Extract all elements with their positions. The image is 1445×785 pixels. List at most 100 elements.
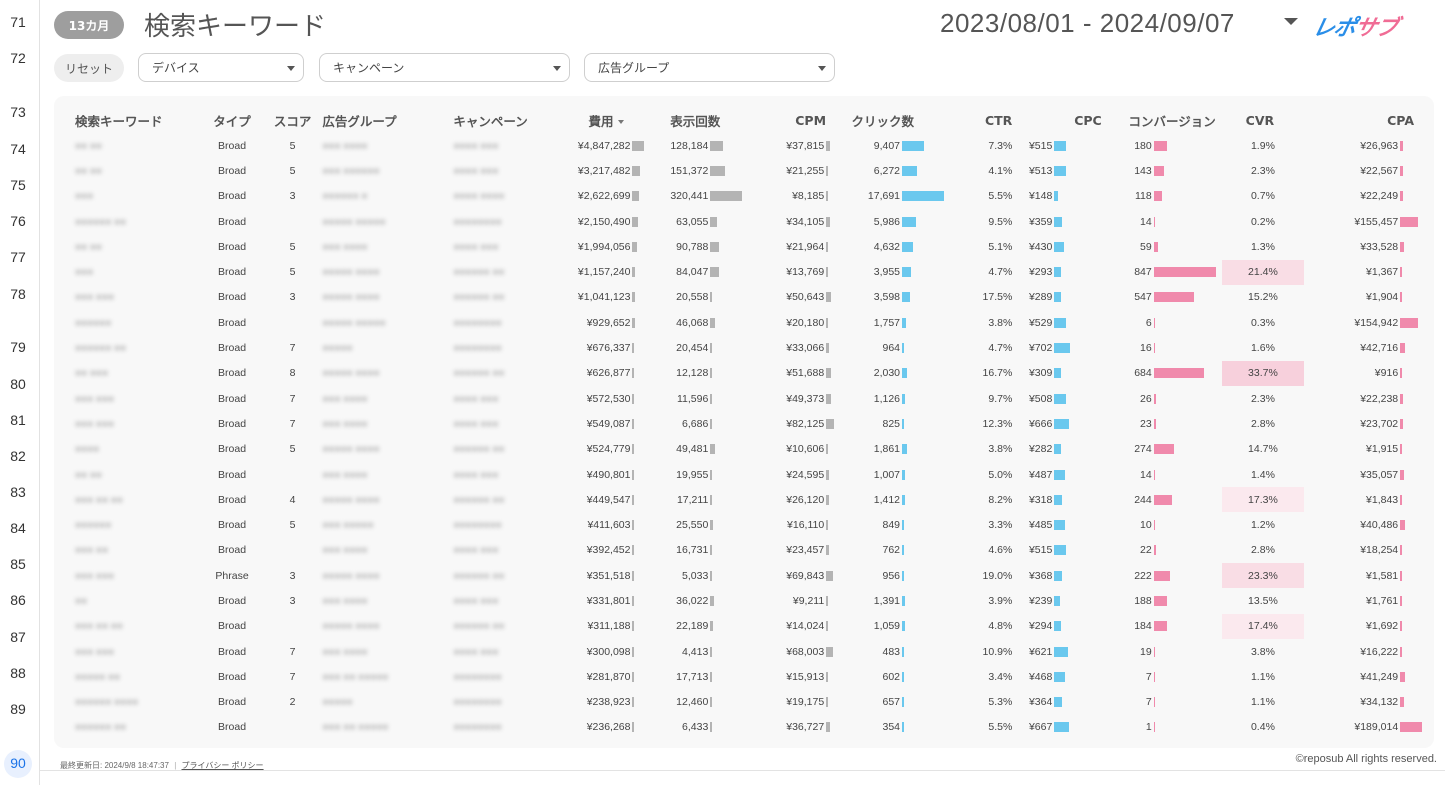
table-row[interactable]: ■■■■■ ■■ Broad 7 ■■■ ■■ ■■■■■ ■■■■■■■■ ¥281,8… bbox=[54, 664, 1434, 690]
reset-button[interactable]: リセット bbox=[54, 54, 124, 82]
row-number[interactable]: 89 bbox=[0, 701, 36, 717]
col-header-cpm[interactable]: CPM bbox=[746, 107, 844, 133]
row-number[interactable]: 72 bbox=[0, 50, 36, 66]
row-number[interactable]: 90 bbox=[0, 755, 36, 771]
row-number[interactable]: 71 bbox=[0, 14, 36, 30]
row-number[interactable]: 81 bbox=[0, 412, 36, 428]
col-header-ctr[interactable]: CTR bbox=[944, 107, 1018, 133]
table-row[interactable]: ■■■ Broad 3 ■■■■■■ ■ ■■■■ ■■■■ ¥2,622,699 320,… bbox=[54, 183, 1434, 209]
cvr-value: 1.4% bbox=[1250, 468, 1275, 481]
cpm-bar bbox=[826, 140, 830, 151]
cpm-value: ¥13,769 bbox=[786, 266, 825, 279]
col-header-clicks[interactable]: クリック数 bbox=[844, 107, 944, 133]
impressions-cell: 12,460 bbox=[654, 690, 746, 715]
table-row[interactable]: ■■■■■■ Broad 5 ■■■ ■■■■■ ■■■■■■■■ ¥411,603 25,… bbox=[54, 512, 1434, 538]
ctr-cell: 12.3% bbox=[944, 411, 1018, 436]
ctr-value: 9.7% bbox=[988, 392, 1013, 405]
date-dropdown-caret-icon[interactable] bbox=[1284, 18, 1298, 25]
row-number[interactable]: 84 bbox=[0, 520, 36, 536]
row-number[interactable]: 78 bbox=[0, 286, 36, 302]
table-row[interactable]: ■■ Broad 3 ■■■ ■■■■ ■■■■ ■■■ ¥331,801 36,022 ¥9… bbox=[54, 588, 1434, 614]
col-header-impressions[interactable]: 表示回数 bbox=[654, 107, 746, 133]
row-number[interactable]: 82 bbox=[0, 448, 36, 464]
table-row[interactable]: ■■■ ■■■ Broad 3 ■■■■■ ■■■■ ■■■■■■ ■■ ¥1,041,1… bbox=[54, 284, 1434, 310]
table-row[interactable]: ■■■ ■■ Broad ■■■ ■■■■ ■■■■ ■■■ ¥392,452 16,73… bbox=[54, 537, 1434, 563]
col-header-conversions[interactable]: コンバージョン bbox=[1102, 107, 1215, 133]
cv-bar bbox=[1153, 570, 1170, 581]
table-row[interactable]: ■■ ■■ Broad 5 ■■■ ■■■■ ■■■■ ■■■ ¥4,847,282 128… bbox=[54, 133, 1434, 159]
cost-bar bbox=[632, 444, 634, 455]
row-number[interactable]: 87 bbox=[0, 629, 36, 645]
table-row[interactable]: ■■ ■■ Broad 5 ■■■ ■■■■ ■■■■ ■■■ ¥1,994,056 90,… bbox=[54, 234, 1434, 260]
campaign-filter-select[interactable]: キャンペーン bbox=[319, 53, 570, 82]
row-number[interactable]: 80 bbox=[0, 376, 36, 392]
table-row[interactable]: ■■ ■■■ Broad 8 ■■■■■ ■■■■ ■■■■■■ ■■ ¥626,877 1… bbox=[54, 360, 1434, 386]
col-header-cost[interactable]: 費用 bbox=[572, 107, 654, 133]
row-number[interactable]: 75 bbox=[0, 177, 36, 193]
row-number[interactable]: 88 bbox=[0, 665, 36, 681]
cpc-cell: ¥621 bbox=[1018, 639, 1101, 664]
table-row[interactable]: ■■■ ■■■ Broad 7 ■■■ ■■■■ ■■■■ ■■■ ¥549,087 6,6… bbox=[54, 411, 1434, 437]
table-row[interactable]: ■■ ■■ Broad ■■■ ■■■■ ■■■■ ■■■ ¥490,801 19,955… bbox=[54, 462, 1434, 487]
clk-value-wrap: 1,391 bbox=[844, 590, 944, 612]
col-header-cpc[interactable]: CPC bbox=[1018, 107, 1102, 133]
col-header-type[interactable]: タイプ bbox=[201, 107, 263, 133]
table-row[interactable]: ■■■■■■ ■■ Broad 7 ■■■■■ ■■■■■■■■ ¥676,337 20,4… bbox=[54, 335, 1434, 361]
adgroup-filter-select[interactable]: 広告グループ bbox=[584, 53, 835, 82]
col-header-cvr[interactable]: CVR bbox=[1216, 107, 1310, 133]
cvr-heat-cell: 21.4% bbox=[1221, 259, 1305, 285]
cpa-value: ¥1,904 bbox=[1366, 291, 1399, 304]
col-header-cpa[interactable]: CPA bbox=[1310, 107, 1434, 133]
row-number[interactable]: 77 bbox=[0, 249, 36, 265]
table-row[interactable]: ■■■■■■ ■■ Broad ■■■ ■■ ■■■■■ ■■■■■■■■ ¥236,2… bbox=[54, 714, 1434, 740]
table-row[interactable]: ■■■■ Broad 5 ■■■■■ ■■■■ ■■■■■■ ■■ ¥524,779 49,… bbox=[54, 436, 1434, 462]
table-row[interactable]: ■■■ ■■ ■■ Broad 4 ■■■■■ ■■■■ ■■■■■■ ■■ ¥449,5… bbox=[54, 487, 1434, 513]
col-header-campaign[interactable]: キャンペーン bbox=[453, 107, 572, 133]
campaign-cell: ■■■■■■ ■■ bbox=[453, 361, 572, 386]
table-row[interactable]: ■■■■■■ Broad ■■■■■ ■■■■■ ■■■■■■■■ ¥929,652 46… bbox=[54, 310, 1434, 336]
adgroup-text-redacted: ■■■■■ ■■■■ bbox=[322, 621, 380, 633]
table-row[interactable]: ■■■ ■■■ Broad 7 ■■■ ■■■■ ■■■■ ■■■ ¥300,098 4,4… bbox=[54, 639, 1434, 665]
cost-value: ¥331,801 bbox=[586, 594, 631, 607]
cv-value: 244 bbox=[1134, 493, 1152, 506]
cvr-heat-cell: 1.2% bbox=[1221, 512, 1305, 538]
keyword-cell: ■■■ ■■■ bbox=[54, 411, 201, 436]
keyword-text-redacted: ■■ ■■■ bbox=[75, 368, 108, 380]
cpa-bar bbox=[1400, 545, 1403, 556]
keyword-text-redacted: ■■■ ■■ ■■ bbox=[75, 621, 123, 633]
cpm-value-wrap: ¥21,964 bbox=[746, 236, 844, 258]
row-number[interactable]: 86 bbox=[0, 592, 36, 608]
row-number[interactable]: 76 bbox=[0, 213, 36, 229]
privacy-policy-link[interactable]: プライバシー ポリシー bbox=[182, 761, 264, 770]
period-badge[interactable]: 13カ月 bbox=[54, 11, 124, 39]
row-number[interactable]: 85 bbox=[0, 556, 36, 572]
table-row[interactable]: ■■■ Broad 5 ■■■■■ ■■■■ ■■■■■■ ■■ ¥1,157,240 84… bbox=[54, 259, 1434, 285]
col-header-score[interactable]: スコア bbox=[263, 107, 323, 133]
table-row[interactable]: ■■■ ■■■ Phrase 3 ■■■■■ ■■■■ ■■■■■■ ■■ ¥351,51… bbox=[54, 563, 1434, 589]
date-range-picker[interactable]: 2023/08/01 - 2024/09/07 bbox=[940, 8, 1235, 39]
cpa-value-wrap: ¥1,581 bbox=[1310, 565, 1434, 587]
campaign-text-redacted: ■■■■■■ ■■ bbox=[453, 444, 505, 456]
cost-value: ¥411,603 bbox=[587, 519, 631, 532]
table-row[interactable]: ■■■■■■ ■■■■ Broad 2 ■■■■■ ■■■■■■■■ ¥238,923 12… bbox=[54, 689, 1434, 715]
row-number[interactable]: 73 bbox=[0, 104, 36, 120]
keyword-text-redacted: ■■■ bbox=[75, 267, 94, 279]
table-row[interactable]: ■■■■■■ ■■ Broad ■■■■■ ■■■■■ ■■■■■■■■ ¥2,150,… bbox=[54, 209, 1434, 235]
cost-bar bbox=[632, 140, 645, 151]
table-row[interactable]: ■■■ ■■■ Broad 7 ■■■ ■■■■ ■■■■ ■■■ ¥572,530 11,… bbox=[54, 386, 1434, 412]
adgroup-cell: ■■■■■ ■■■■■ bbox=[322, 209, 453, 234]
clk-value: 825 bbox=[882, 417, 901, 430]
col-header-adgroup[interactable]: 広告グループ bbox=[322, 107, 453, 133]
col-header-keyword[interactable]: 検索キーワード bbox=[54, 107, 201, 133]
row-number[interactable]: 74 bbox=[0, 141, 36, 157]
device-filter-select[interactable]: デバイス bbox=[138, 53, 304, 82]
adgroup-text-redacted: ■■■ ■■ ■■■■■ bbox=[322, 722, 389, 734]
row-number[interactable]: 83 bbox=[0, 484, 36, 500]
row-number[interactable]: 79 bbox=[0, 339, 36, 355]
clk-bar bbox=[902, 520, 905, 531]
table-row[interactable]: ■■■ ■■ ■■ Broad ■■■■■ ■■■■ ■■■■■■ ■■ ¥311,18… bbox=[54, 613, 1434, 639]
table-row[interactable]: ■■ ■■ Broad 5 ■■■ ■■■■■■ ■■■■ ■■■ ¥3,217,482 1… bbox=[54, 158, 1434, 184]
cost-cell: ¥1,041,123 bbox=[572, 285, 654, 310]
ctr-value: 5.0% bbox=[988, 468, 1013, 481]
cv-value-wrap: 1 bbox=[1102, 716, 1216, 738]
